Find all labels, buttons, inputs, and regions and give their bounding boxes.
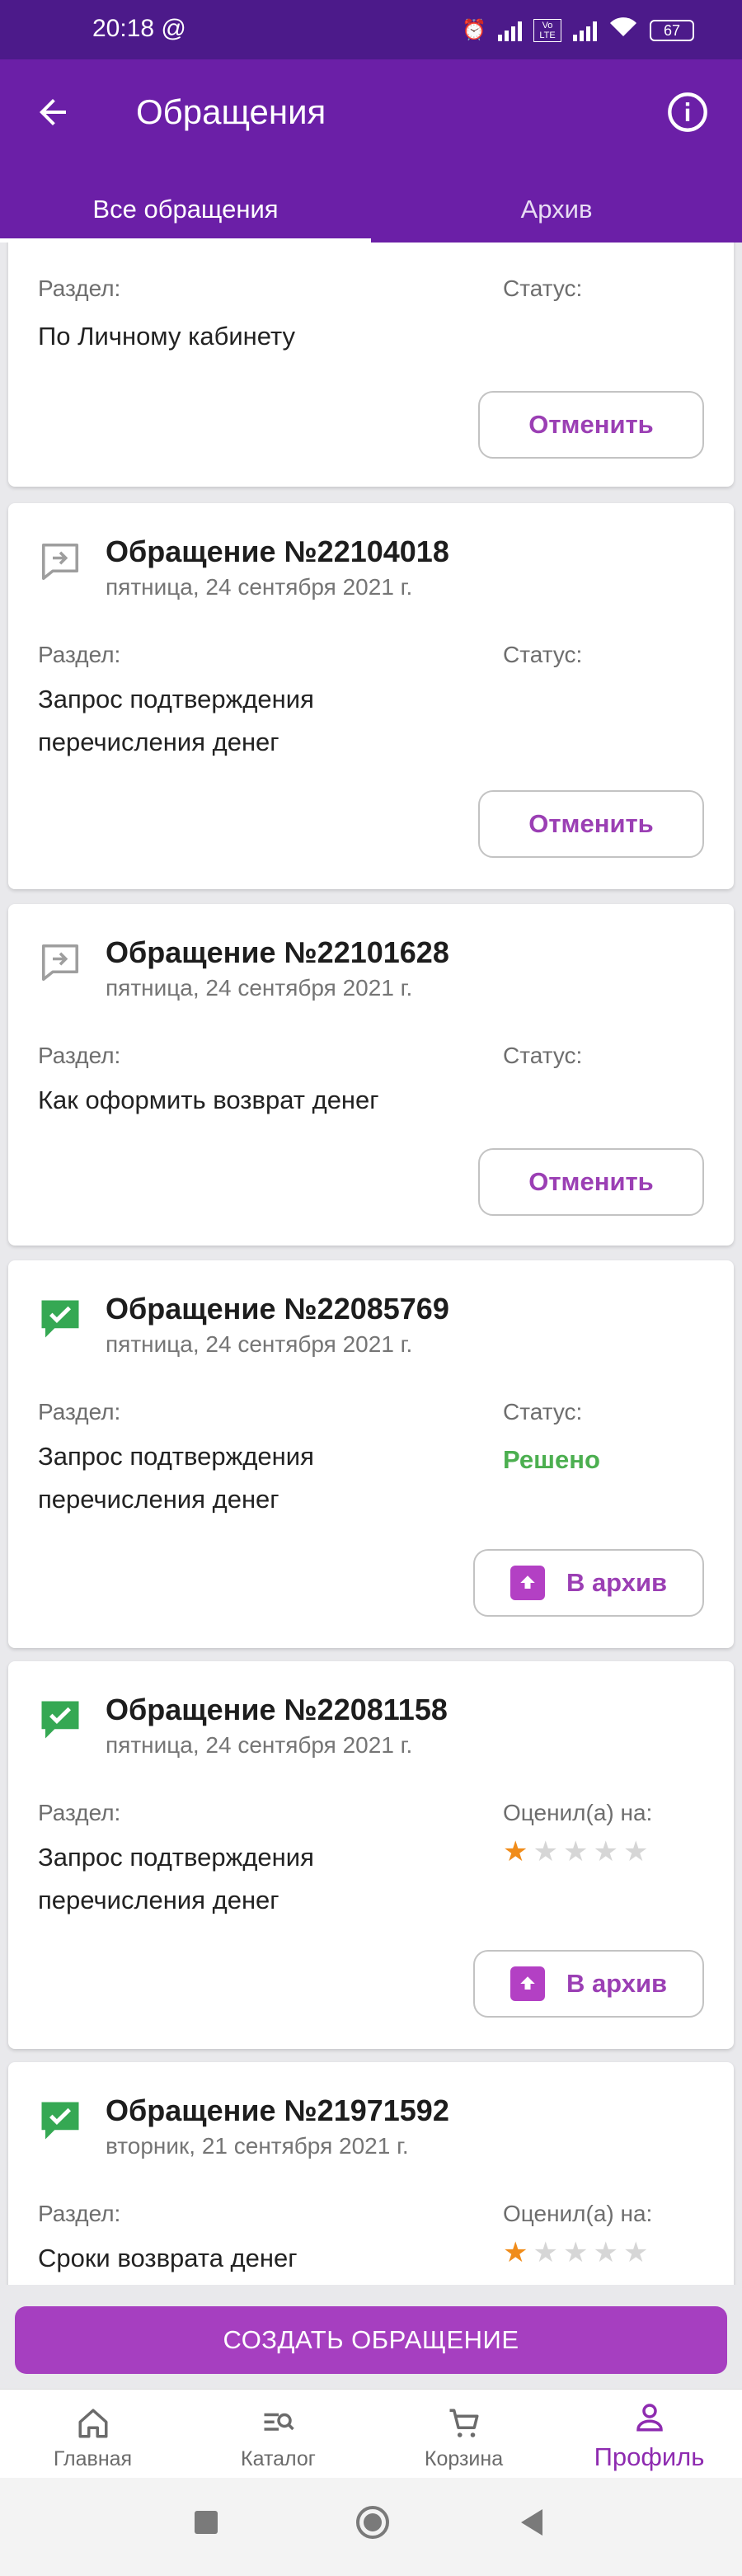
nav-home-label: Главная <box>53 2447 133 2470</box>
signal-icon-2 <box>573 20 597 41</box>
archive-button-label: В архив <box>566 1969 668 1998</box>
request-number: Обращение №22104018 <box>106 535 449 568</box>
home-circle-icon[interactable] <box>356 2506 389 2539</box>
star-empty-icon: ★ <box>593 1836 618 1867</box>
request-card[interactable]: Обращение №22081158 пятница, 24 сентября… <box>8 1661 734 2049</box>
section-label: Раздел: <box>38 2201 121 2226</box>
requests-list[interactable]: Раздел: Статус: По Личному кабинету Отме… <box>0 243 742 2285</box>
alarm-icon: ⏰ <box>462 19 486 41</box>
request-date: пятница, 24 сентября 2021 г. <box>106 1331 413 1357</box>
battery-icon: 67 <box>650 19 694 41</box>
volte-icon: Vo LTE <box>533 18 561 42</box>
request-card[interactable]: Обращение №22104018 пятница, 24 сентября… <box>8 503 734 889</box>
catalog-search-icon <box>264 2413 294 2431</box>
page-title: Обращения <box>136 92 326 131</box>
star-filled-icon: ★ <box>503 2237 528 2268</box>
star-empty-icon: ★ <box>622 1836 649 1867</box>
nav-cart[interactable]: Корзина <box>371 2390 556 2478</box>
star-empty-icon: ★ <box>593 2237 618 2268</box>
nav-catalog-label: Каталог <box>241 2447 316 2470</box>
rating-stars: ★ ★ ★ ★ ★ <box>503 1838 648 1866</box>
request-number: Обращение №22081158 <box>106 1693 448 1726</box>
cancel-button[interactable]: Отменить <box>478 391 704 459</box>
request-date: пятница, 24 сентября 2021 г. <box>106 975 413 1001</box>
section-value: Сроки возврата денег <box>38 2244 298 2272</box>
star-empty-icon: ★ <box>562 1836 589 1867</box>
section-value: По Личному кабинету <box>38 322 296 351</box>
star-filled-icon: ★ <box>503 1836 528 1867</box>
resolved-check-icon <box>41 1701 79 1739</box>
home-icon <box>78 2409 108 2438</box>
archive-icon <box>510 1966 545 2001</box>
status-time: 20:18 @ <box>92 15 186 42</box>
status-bar: 20:18 @ ⏰ Vo LTE 67 <box>0 0 742 59</box>
recents-icon[interactable] <box>195 2511 218 2534</box>
cancel-button[interactable]: Отменить <box>478 1148 704 1216</box>
back-triangle-icon[interactable] <box>521 2509 542 2536</box>
request-card[interactable]: Обращение №21971592 вторник, 21 сентября… <box>8 2062 734 2285</box>
star-empty-icon: ★ <box>533 2237 558 2268</box>
info-icon[interactable] <box>666 91 709 134</box>
request-date: пятница, 24 сентября 2021 г. <box>106 574 413 600</box>
wifi-icon <box>608 16 638 44</box>
section-label: Раздел: <box>38 1043 121 1068</box>
status-label: Статус: <box>503 1399 583 1425</box>
status-icons: ⏰ Vo LTE 67 <box>462 16 694 44</box>
star-empty-icon: ★ <box>533 1836 558 1867</box>
status-label: Статус: <box>503 1043 583 1068</box>
back-arrow-icon[interactable] <box>33 92 73 132</box>
section-value: Запрос подтверждения перечисления денег <box>38 1442 314 1514</box>
cancel-button-label: Отменить <box>528 410 654 439</box>
nav-cart-label: Корзина <box>424 2447 504 2470</box>
request-number: Обращение №22085769 <box>106 1292 449 1326</box>
request-card[interactable]: Обращение №22085769 пятница, 24 сентября… <box>8 1260 734 1648</box>
status-value: Решено <box>503 1445 600 1474</box>
resolved-check-icon <box>41 2102 79 2140</box>
chat-forward-icon <box>41 543 79 581</box>
archive-button[interactable]: В архив <box>473 1549 704 1617</box>
star-empty-icon: ★ <box>562 2237 589 2268</box>
cancel-button-label: Отменить <box>528 809 654 838</box>
rating-stars: ★ ★ ★ ★ ★ <box>503 2239 648 2267</box>
cart-icon <box>449 2409 479 2437</box>
archive-button[interactable]: В архив <box>473 1950 704 2018</box>
resolved-check-icon <box>41 1300 79 1338</box>
cancel-button[interactable]: Отменить <box>478 790 704 858</box>
nav-profile[interactable]: Профиль <box>556 2390 742 2478</box>
section-label: Раздел: <box>38 1399 121 1425</box>
section-value: Как оформить возврат денег <box>38 1085 379 1114</box>
request-date: вторник, 21 сентября 2021 г. <box>106 2133 409 2159</box>
create-request-button[interactable]: СОЗДАТЬ ОБРАЩЕНИЕ <box>15 2306 727 2374</box>
request-date: пятница, 24 сентября 2021 г. <box>106 1732 413 1758</box>
rated-label: Оценил(а) на: <box>503 2201 653 2226</box>
nav-home[interactable]: Главная <box>0 2390 186 2478</box>
tab-bar: Все обращения Архив <box>0 181 742 243</box>
archive-button-label: В архив <box>566 1568 668 1597</box>
chat-forward-icon <box>41 944 79 982</box>
bottom-nav: Главная Каталог Корзина Профиль <box>0 2389 742 2478</box>
tab-all-requests[interactable]: Все обращения <box>0 181 371 243</box>
request-card[interactable]: Раздел: Статус: По Личному кабинету Отме… <box>8 243 734 487</box>
cancel-button-label: Отменить <box>528 1167 654 1196</box>
profile-icon <box>636 2404 663 2432</box>
section-label: Раздел: <box>38 642 121 667</box>
section-value: Запрос подтверждения перечисления денег <box>38 685 314 756</box>
app-bar: Обращения Все обращения Архив <box>0 59 742 243</box>
section-label: Раздел: <box>38 1800 121 1825</box>
status-label: Статус: <box>503 275 583 301</box>
request-number: Обращение №22101628 <box>106 935 449 969</box>
status-label: Статус: <box>503 642 583 667</box>
system-nav-bar <box>0 2478 742 2576</box>
archive-icon <box>510 1566 545 1600</box>
nav-profile-label: Профиль <box>594 2442 705 2471</box>
nav-catalog[interactable]: Каталог <box>186 2390 371 2478</box>
rated-label: Оценил(а) на: <box>503 1800 653 1825</box>
request-card[interactable]: Обращение №22101628 пятница, 24 сентября… <box>8 904 734 1246</box>
star-empty-icon: ★ <box>622 2237 649 2268</box>
section-label: Раздел: <box>38 275 121 301</box>
tab-archive[interactable]: Архив <box>371 181 742 243</box>
request-number: Обращение №21971592 <box>106 2093 449 2127</box>
section-value: Запрос подтверждения перечисления денег <box>38 1843 314 1914</box>
signal-icon <box>498 20 522 41</box>
